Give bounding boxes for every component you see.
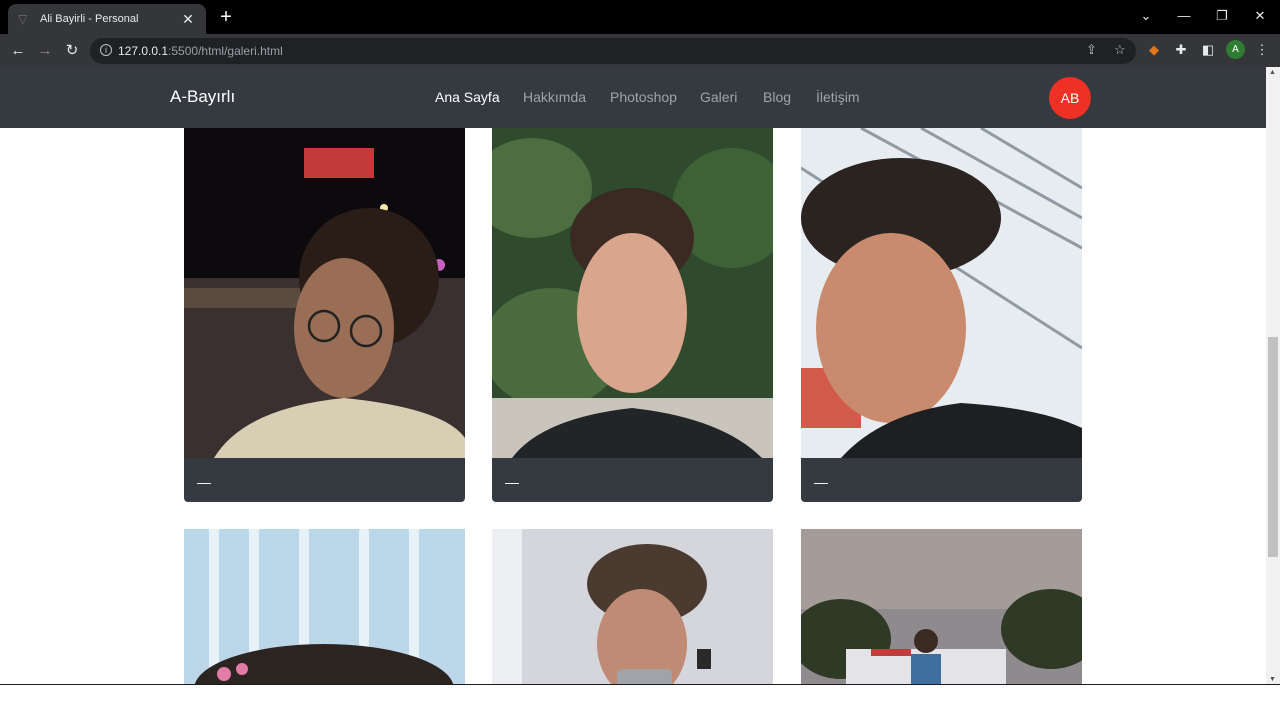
extensions-puzzle-icon[interactable]: ✚ <box>1172 41 1190 59</box>
new-tab-button[interactable]: + <box>216 7 236 27</box>
page-viewport: — — — A-Bayırlı Ana Sayfa Hakkımda Photo… <box>0 67 1266 685</box>
reload-icon[interactable]: ↻ <box>61 40 83 62</box>
tab-title: Ali Bayirli - Personal <box>40 13 139 25</box>
favicon-icon: ▽ <box>18 12 28 26</box>
restore-button[interactable]: ❐ <box>1212 8 1232 24</box>
address-bar[interactable]: i 127.0.0.1:5500/html/galeri.html ⇪ ☆ <box>90 38 1136 64</box>
photo-caption: — <box>814 474 828 490</box>
forward-arrow-icon[interactable]: → <box>34 40 56 62</box>
share-icon[interactable]: ⇪ <box>1086 42 1097 58</box>
gallery-card[interactable]: — <box>184 128 465 502</box>
photo-caption: — <box>505 474 519 490</box>
nav-link-photoshop[interactable]: Photoshop <box>610 89 677 105</box>
url-text[interactable]: 127.0.0.1:5500/html/galeri.html <box>118 44 283 58</box>
gallery-photo <box>492 529 773 685</box>
site-info-icon[interactable]: i <box>100 44 112 56</box>
gallery-card[interactable]: — <box>492 128 773 502</box>
tab-strip: ▽ Ali Bayirli - Personal ✕ + ⌄ — ❐ ✕ <box>0 0 1280 34</box>
tab-search-icon[interactable]: ⌄ <box>1136 8 1156 24</box>
site-brand[interactable]: A-Bayırlı <box>170 87 235 107</box>
menu-kebab-icon[interactable]: ⋮ <box>1253 41 1271 59</box>
gallery-photo <box>801 529 1082 685</box>
gallery-card[interactable] <box>492 529 773 685</box>
nav-link-ana-sayfa[interactable]: Ana Sayfa <box>435 89 500 105</box>
gallery-card[interactable] <box>801 529 1082 685</box>
scroll-up-arrow-icon[interactable]: ▲ <box>1269 69 1276 76</box>
photo-caption: — <box>197 474 211 490</box>
browser-toolbar: ← → ↻ i 127.0.0.1:5500/html/galeri.html … <box>0 34 1280 67</box>
browser-window: ▽ Ali Bayirli - Personal ✕ + ⌄ — ❐ ✕ ← →… <box>0 0 1280 685</box>
gallery-photo <box>184 128 465 458</box>
site-navbar: A-Bayırlı Ana Sayfa Hakkımda Photoshop G… <box>0 67 1266 128</box>
gallery-card[interactable]: — <box>801 128 1082 502</box>
nav-link-hakkimda[interactable]: Hakkımda <box>523 89 586 105</box>
nav-link-galeri[interactable]: Galeri <box>700 89 737 105</box>
scroll-down-arrow-icon[interactable]: ▼ <box>1269 676 1276 683</box>
profile-avatar[interactable]: A <box>1226 40 1245 59</box>
close-tab-icon[interactable]: ✕ <box>180 11 196 28</box>
gallery-photo <box>184 529 465 685</box>
gallery-photo <box>492 128 773 458</box>
user-avatar[interactable]: AB <box>1049 77 1091 119</box>
metamask-extension-icon[interactable]: ◆ <box>1145 41 1163 59</box>
browser-tab[interactable]: ▽ Ali Bayirli - Personal ✕ <box>8 4 206 34</box>
page-scrollbar[interactable]: ▲ ▼ <box>1266 67 1280 685</box>
nav-link-iletisim[interactable]: İletişim <box>816 89 860 105</box>
minimize-button[interactable]: — <box>1174 8 1194 23</box>
close-window-button[interactable]: ✕ <box>1250 8 1270 24</box>
back-arrow-icon[interactable]: ← <box>7 40 29 62</box>
gallery-photo <box>801 128 1082 458</box>
bottom-blank-area <box>0 684 1280 725</box>
gallery-card[interactable] <box>184 529 465 685</box>
bookmark-star-icon[interactable]: ☆ <box>1114 42 1126 58</box>
side-panel-icon[interactable]: ◧ <box>1199 41 1217 59</box>
scrollbar-thumb[interactable] <box>1268 337 1278 557</box>
nav-link-blog[interactable]: Blog <box>763 89 791 105</box>
